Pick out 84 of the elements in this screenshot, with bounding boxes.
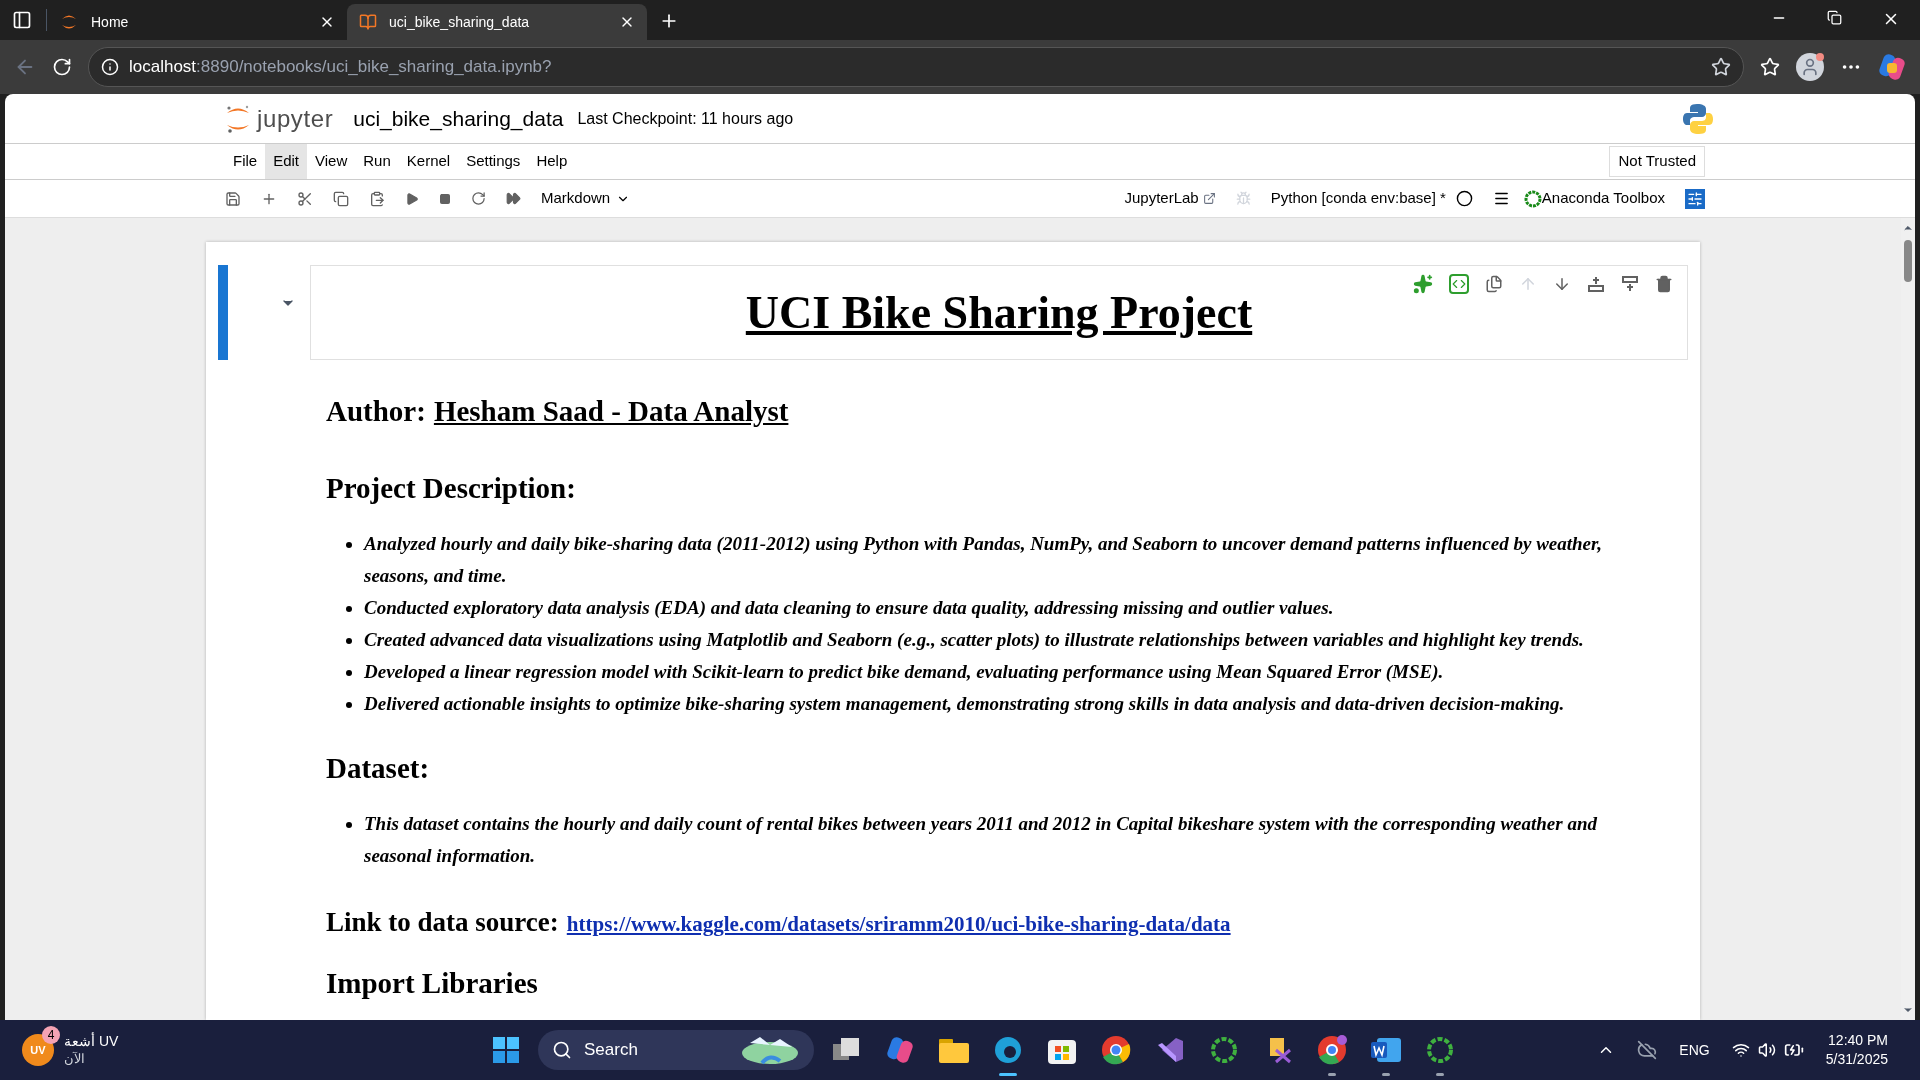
run-icon[interactable]	[405, 191, 419, 206]
tab-actions-icon[interactable]	[12, 10, 32, 30]
menu-item[interactable]: Kernel	[398, 144, 459, 179]
menu-item[interactable]: Run	[355, 144, 399, 179]
tab-title: Home	[91, 12, 130, 32]
menu-item[interactable]: Edit	[265, 144, 308, 179]
jupyter-wordmark: jupyter	[257, 103, 334, 134]
copy-icon[interactable]	[333, 190, 349, 207]
onedrive-icon[interactable]	[1637, 1040, 1658, 1060]
landscape-icon	[740, 1035, 800, 1065]
insert-above-icon[interactable]	[1587, 275, 1605, 293]
bullet-icon	[346, 541, 352, 548]
save-icon[interactable]	[225, 190, 241, 207]
notification-badge: 4	[42, 1026, 60, 1044]
bullet-icon	[346, 637, 352, 644]
section-heading: Import Libraries	[326, 965, 539, 1001]
section-heading: Dataset:	[326, 750, 431, 786]
language-indicator[interactable]: ENG	[1679, 1039, 1710, 1061]
kernel-name[interactable]: Python [conda env:base] *	[1270, 187, 1446, 210]
browser-tab[interactable]: uci_bike_sharing_data	[347, 4, 647, 40]
bullet-icon	[346, 822, 352, 828]
restore-icon[interactable]	[1827, 10, 1842, 25]
clock[interactable]: 12:40 PM 5/31/2025	[1825, 1030, 1888, 1070]
bullet-icon	[346, 605, 352, 612]
data-source-link[interactable]: https://www.kaggle.com/datasets/sriramm2010/uci-bike-sharing-data/data	[566, 909, 1231, 941]
notification-title: أشعة UV	[64, 1033, 119, 1051]
section-heading: Project Description:	[326, 470, 577, 506]
move-down-icon[interactable]	[1553, 275, 1571, 293]
search-icon	[552, 1040, 572, 1060]
notebook-name[interactable]: uci_bike_sharing_data	[353, 102, 564, 135]
bullet-icon	[346, 669, 352, 676]
run-all-icon[interactable]	[506, 191, 521, 206]
duplicate-icon[interactable]	[1485, 275, 1503, 293]
jupyterlab-link[interactable]: JupyterLab	[1124, 187, 1216, 210]
external-link-icon	[1202, 192, 1216, 205]
profile-icon[interactable]	[1796, 53, 1824, 81]
copilot-icon[interactable]	[1878, 53, 1906, 81]
bullet-icon	[346, 701, 352, 708]
jupyter-logo-icon	[225, 103, 251, 134]
trust-indicator[interactable]: Not Trusted	[1609, 146, 1705, 177]
python-logo-icon	[1681, 101, 1715, 136]
stop-icon[interactable]	[439, 192, 451, 205]
menu-item[interactable]: Help	[528, 144, 576, 179]
reload-icon[interactable]	[52, 57, 72, 77]
code-icon[interactable]	[1449, 274, 1469, 294]
url-text: localhost:8890/notebooks/uci_bike_sharing_data.ipynb?	[129, 56, 553, 79]
ring-icon	[1523, 189, 1542, 208]
property-inspector-icon[interactable]	[1685, 188, 1705, 209]
menu-item[interactable]: Settings	[458, 144, 529, 179]
insert-below-icon[interactable]	[1621, 275, 1639, 293]
toc-icon[interactable]	[1492, 190, 1510, 207]
notification-time: الآن	[64, 1050, 86, 1067]
restart-icon[interactable]	[471, 191, 486, 206]
author-label: Author:	[326, 394, 426, 429]
volume-icon[interactable]	[1757, 1041, 1776, 1059]
link-label: Link to data source:	[326, 906, 559, 939]
author-name: Hesham Saad - Data Analyst	[433, 394, 789, 429]
bullet-text: Created advanced data visualizations using Matplotlib and Seaborn (e.g., scatter plots) to illustrate relationships between variables and highlight key trends.	[364, 627, 1584, 652]
paste-icon[interactable]	[369, 190, 385, 207]
delete-icon[interactable]	[1655, 275, 1673, 293]
scrollbar-thumb[interactable]	[1904, 240, 1912, 282]
notebook-icon	[359, 13, 377, 31]
taskbar-search[interactable]: Search	[538, 1030, 814, 1070]
favorite-icon[interactable]	[1711, 57, 1731, 77]
site-info-icon	[101, 58, 119, 76]
address-bar[interactable]: localhost:8890/notebooks/uci_bike_sharing_data.ipynb?	[88, 47, 1744, 87]
bullet-text: Conducted exploratory data analysis (EDA) and data cleaning to ensure data quality, addressing missing and outlier values.	[364, 595, 1334, 620]
anaconda-toolbox-button[interactable]: Anaconda Toolbox	[1523, 187, 1665, 210]
kernel-status-icon	[1455, 190, 1473, 207]
checkpoint-text: Last Checkpoint: 11 hours ago	[577, 108, 794, 129]
favorites-icon[interactable]	[1760, 57, 1780, 77]
tab-title: uci_bike_sharing_data	[389, 12, 531, 32]
menu-item[interactable]: File	[225, 144, 266, 179]
browser-tab[interactable]: Home	[47, 4, 347, 40]
bullet-text: Developed a linear regression model with Scikit-learn to predict bike demand, evaluating performance using Mean Squared Error (MSE).	[364, 659, 1444, 684]
bullet-text: Analyzed hourly and daily bike-sharing data (2011-2012) using Python with Pandas, NumPy, and Seaborn to uncover demand patterns influenced by weather, seasons, and time.	[364, 531, 1604, 588]
menu-item[interactable]: View	[307, 144, 356, 179]
notebook-title: UCI Bike Sharing Project	[745, 286, 1253, 340]
cut-icon[interactable]	[297, 190, 313, 207]
wifi-icon[interactable]	[1731, 1041, 1750, 1059]
cell-type-dropdown[interactable]: Markdown	[541, 187, 631, 210]
ai-assist-icon[interactable]	[1413, 274, 1433, 294]
bullet-text: This dataset contains the hourly and daily count of rental bikes between years 2011 and 2012 in Capital bikeshare system with the corresponding weather and seasonal information.	[364, 812, 1598, 868]
bullet-text: Delivered actionable insights to optimize bike-sharing system management, demonstrating strong skills in data analysis and data-driven decision-making.	[364, 691, 1565, 716]
